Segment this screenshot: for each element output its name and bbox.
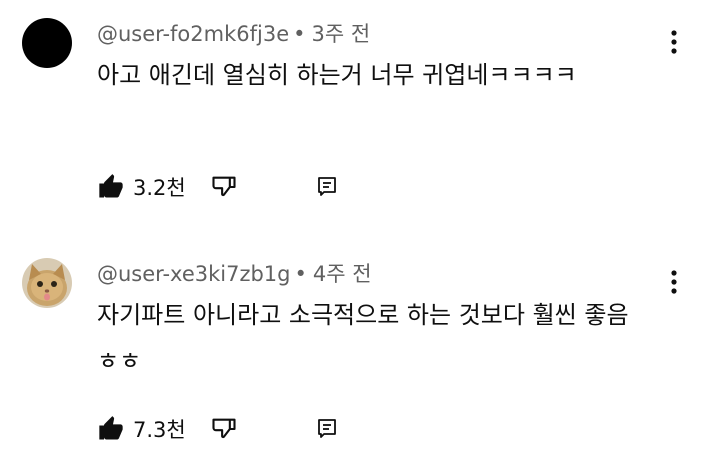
more-vertical-icon	[671, 30, 677, 54]
avatar[interactable]	[22, 18, 72, 68]
more-options-button[interactable]	[656, 264, 692, 300]
more-options-button[interactable]	[656, 24, 692, 60]
like-count: 7.3천	[133, 418, 186, 442]
comment-text: 자기파트 아니라고 소극적으로 하는 것보다 훨씬 좋음 ㅎㅎ	[97, 301, 629, 375]
comment-meta: @user-xe3ki7zb1g • 4주 전	[97, 260, 372, 288]
dislike-button[interactable]	[210, 169, 238, 205]
thumbs-down-outline-icon	[212, 418, 236, 439]
like-button[interactable]: 3.2천	[97, 169, 186, 205]
like-button[interactable]: 7.3천	[97, 411, 186, 447]
dislike-button[interactable]	[210, 411, 238, 447]
username[interactable]: @user-xe3ki7zb1g	[97, 262, 291, 286]
comment-actions: 7.3천	[97, 411, 657, 447]
meta-separator: •	[293, 22, 306, 46]
comment-actions: 3.2천	[97, 169, 657, 205]
comment-item: @user-xe3ki7zb1g • 4주 전 자기파트 아니라고 소극적으로 하는…	[0, 230, 720, 465]
thumbs-up-filled-icon	[99, 416, 123, 440]
more-vertical-icon	[671, 270, 677, 294]
cat-avatar-image	[22, 258, 72, 308]
reply-button[interactable]	[315, 411, 339, 447]
comment-time[interactable]: 3주 전	[312, 22, 371, 46]
thumbs-up-filled-icon	[99, 174, 123, 198]
reply-comment-icon	[318, 177, 336, 196]
reply-button[interactable]	[315, 169, 339, 205]
username[interactable]: @user-fo2mk6fj3e	[97, 22, 289, 46]
comment-meta: @user-fo2mk6fj3e • 3주 전	[97, 20, 370, 48]
thumbs-down-outline-icon	[212, 176, 236, 197]
meta-separator: •	[294, 262, 307, 286]
reply-comment-icon	[318, 419, 336, 438]
comment-item: @user-fo2mk6fj3e • 3주 전 아고 애긴데 열심히 하는거 너무 …	[0, 0, 720, 230]
avatar[interactable]	[22, 258, 72, 308]
comment-text: 아고 애긴데 열심히 하는거 너무 귀엽네ㅋㅋㅋㅋ	[97, 61, 577, 89]
comment-time[interactable]: 4주 전	[313, 262, 372, 286]
like-count: 3.2천	[133, 176, 186, 200]
